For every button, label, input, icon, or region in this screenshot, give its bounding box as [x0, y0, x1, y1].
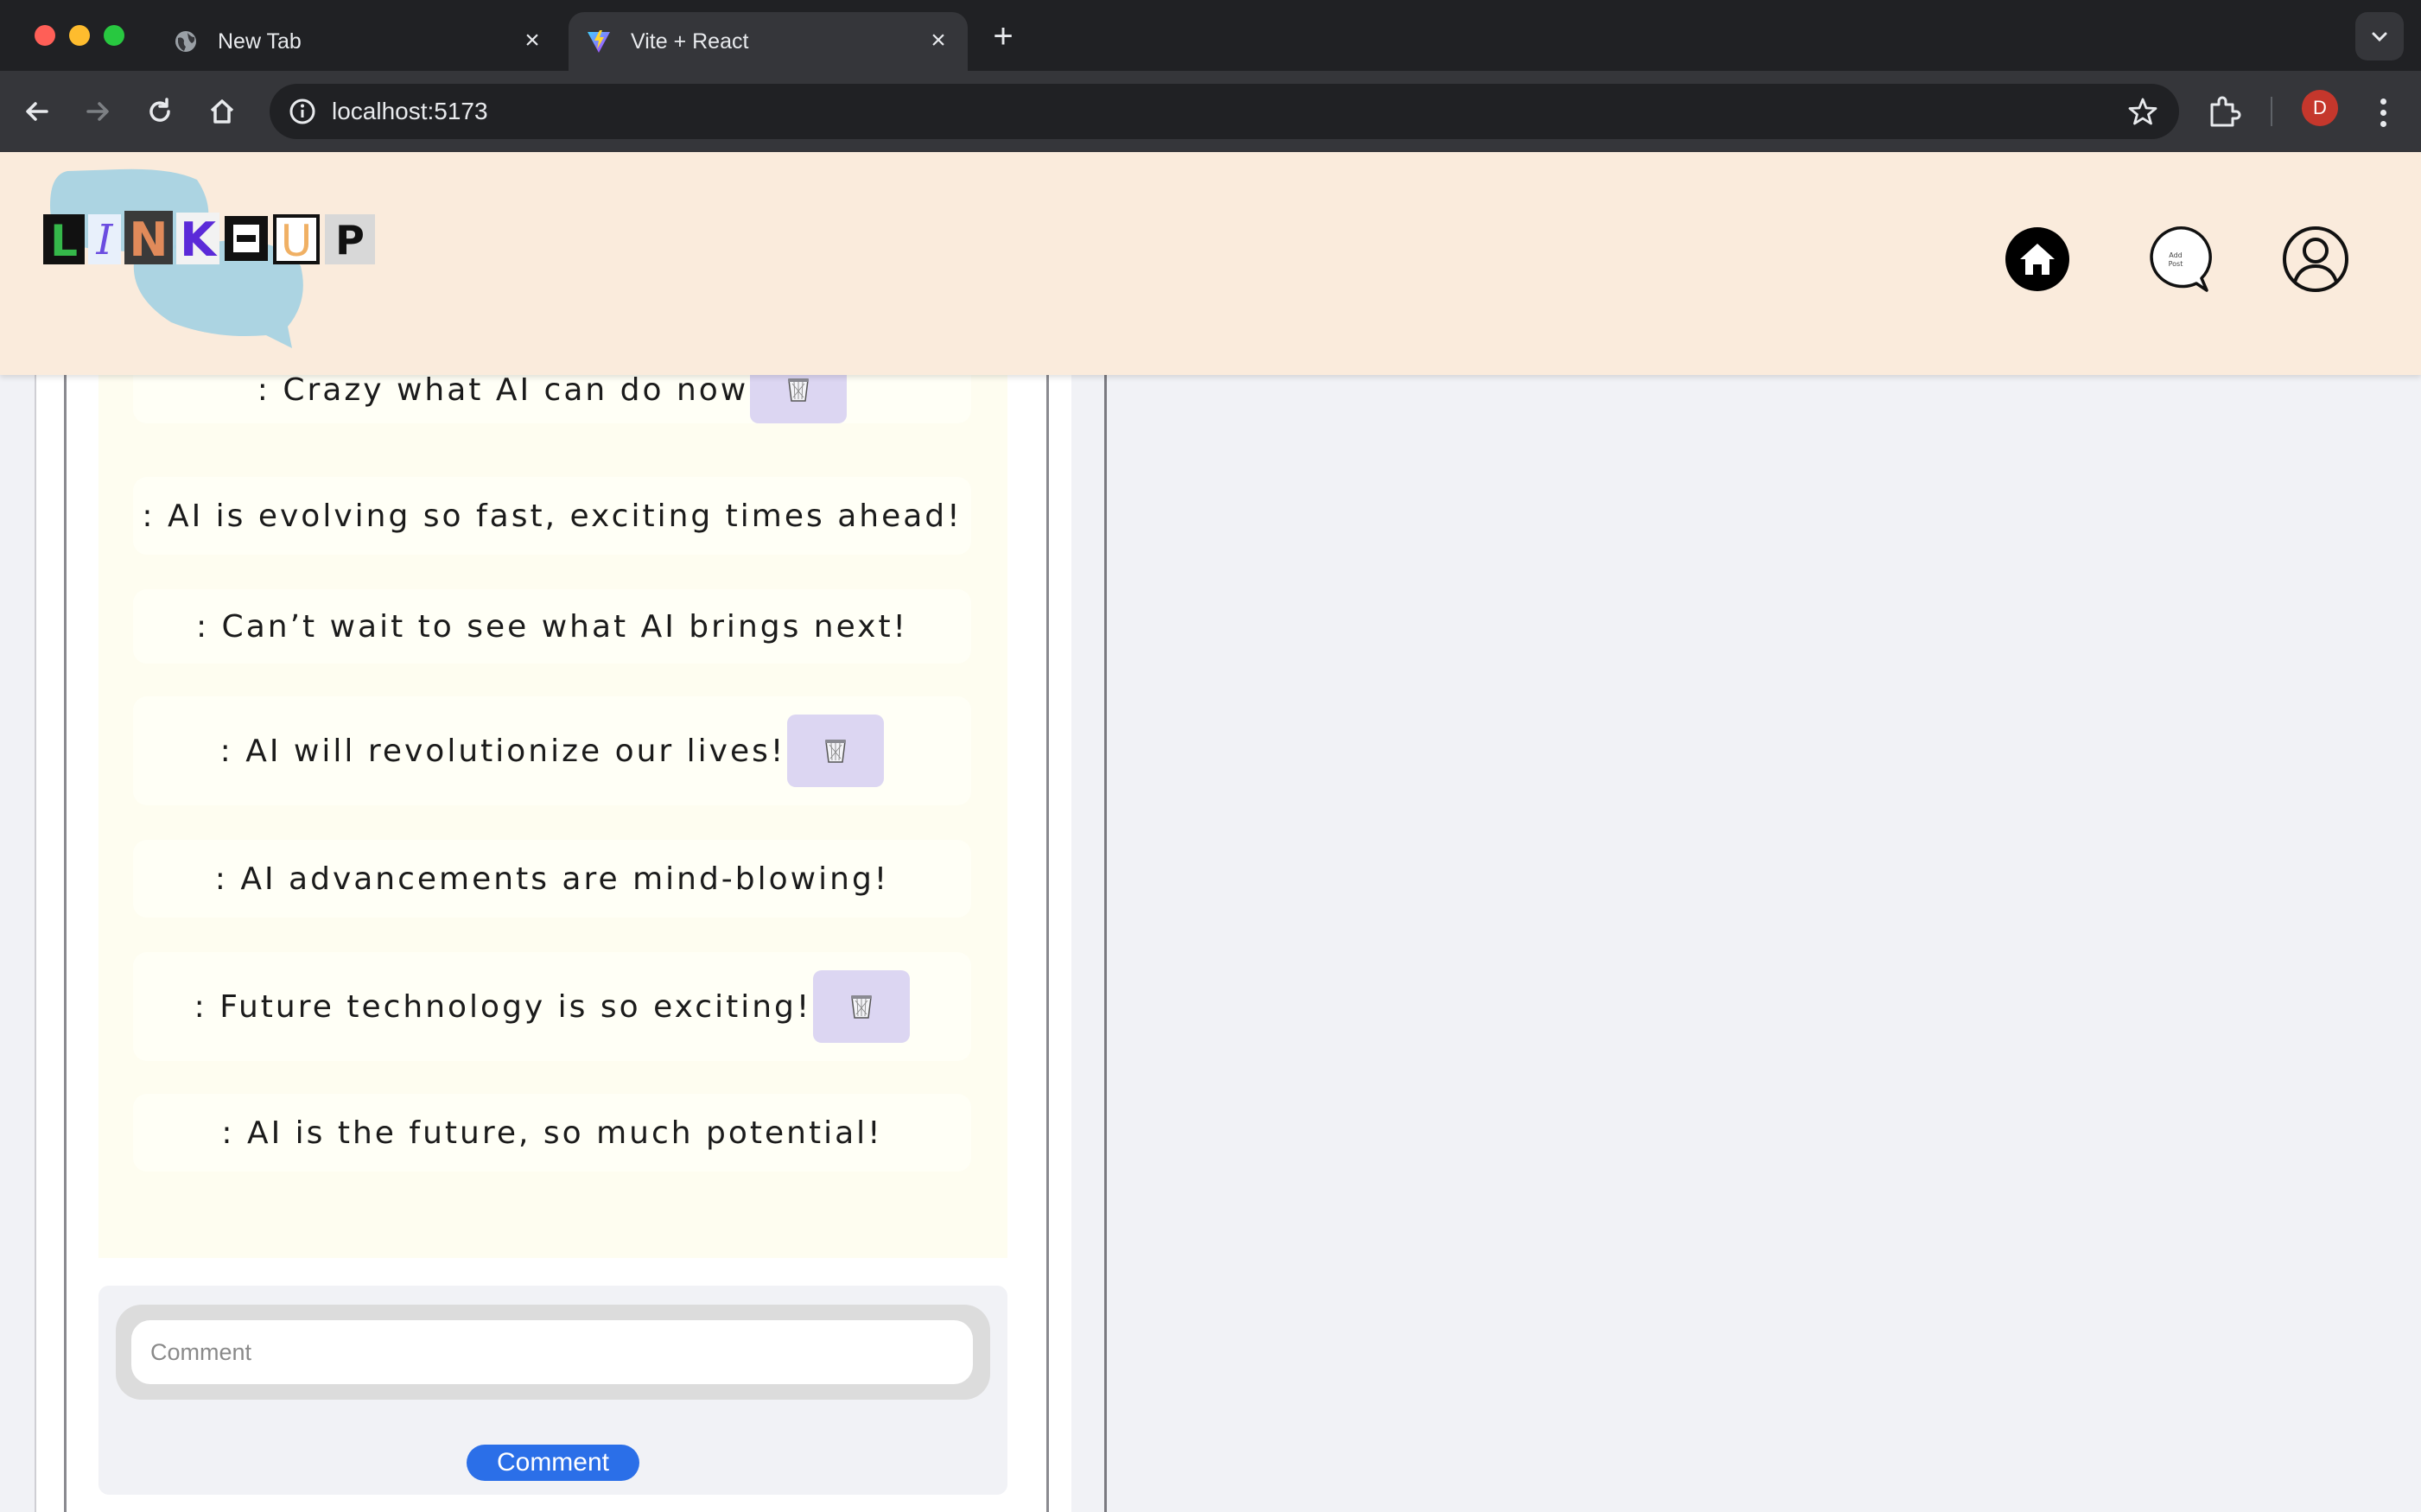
star-icon[interactable] — [2127, 96, 2158, 127]
new-tab-button[interactable]: + — [985, 19, 1021, 55]
trash-icon — [825, 740, 847, 763]
home-icon[interactable] — [2003, 225, 2072, 294]
browser-tab-bar: New Tab × Vite + React × + — [0, 0, 2421, 71]
reload-button[interactable] — [138, 90, 181, 133]
add-post-icon[interactable]: Add Post — [2143, 225, 2212, 294]
comment-item: : Can’t wait to see what AI brings next! — [133, 589, 971, 664]
svg-text:K: K — [180, 213, 218, 267]
comment-text: : AI will revolutionize our lives! — [219, 733, 786, 769]
extensions-icon[interactable] — [2203, 91, 2245, 132]
info-icon[interactable] — [287, 96, 318, 127]
comment-item: : AI is evolving so fast, exciting times… — [133, 477, 971, 555]
comment-input-wrapper — [116, 1305, 990, 1400]
close-tab-icon[interactable]: × — [923, 26, 954, 57]
globe-icon — [173, 29, 199, 54]
url-text[interactable]: localhost:5173 — [332, 98, 488, 125]
tab-new-tab[interactable]: New Tab × — [156, 12, 562, 71]
svg-text:I: I — [96, 216, 114, 264]
comment-text: : AI is the future, so much potential! — [221, 1115, 883, 1151]
back-button[interactable] — [16, 90, 59, 133]
comment-text: : Can’t wait to see what AI brings next! — [195, 608, 908, 645]
trash-icon — [851, 995, 873, 1019]
tab-vite-react[interactable]: Vite + React × — [569, 12, 968, 71]
tab-title: New Tab — [218, 29, 302, 54]
browser-toolbar: localhost:5173 — [0, 71, 2421, 152]
comment-item: : AI advancements are mind-blowing! — [133, 840, 971, 918]
comment-input[interactable] — [131, 1320, 973, 1384]
user-icon[interactable] — [2281, 225, 2350, 294]
home-button[interactable] — [200, 90, 244, 133]
comment-item: : AI is the future, so much potential! — [133, 1094, 971, 1172]
comment-submit-button[interactable]: Comment — [467, 1445, 639, 1481]
svg-text:P: P — [335, 217, 365, 264]
comment-item: : Future technology is so exciting! — [133, 952, 971, 1061]
reload-icon — [149, 98, 170, 122]
home-outline-icon — [210, 99, 234, 124]
app-page: : Crazy what AI can do now : AI is evolv… — [0, 152, 2421, 1512]
comment-text: : Crazy what AI can do now — [257, 372, 749, 408]
svg-text:Add: Add — [2169, 251, 2183, 259]
svg-text:L: L — [50, 216, 78, 266]
comment-form: Comment — [98, 1286, 1007, 1495]
minimize-window-button[interactable] — [69, 25, 90, 46]
arrow-left-icon — [26, 102, 48, 121]
comment-text: : AI is evolving so fast, exciting times… — [142, 498, 963, 534]
browser-menu-icon[interactable] — [2366, 92, 2400, 133]
linkup-logo[interactable]: L I N K U P — [41, 162, 404, 361]
chevron-down-icon — [2372, 32, 2387, 42]
delete-comment-button[interactable] — [813, 970, 911, 1043]
profile-avatar[interactable]: D — [2302, 90, 2338, 126]
comment-item: : AI will revolutionize our lives! — [133, 696, 971, 805]
comments-list: : Crazy what AI can do now : AI is evolv… — [98, 356, 1007, 1258]
maximize-window-button[interactable] — [104, 25, 124, 46]
delete-comment-button[interactable] — [787, 715, 885, 787]
svg-text:Post: Post — [2169, 260, 2183, 268]
tab-search-button[interactable] — [2355, 12, 2404, 60]
close-window-button[interactable] — [35, 25, 55, 46]
comment-text: : AI advancements are mind-blowing! — [214, 861, 890, 897]
address-bar[interactable]: localhost:5173 — [270, 84, 2179, 139]
vite-logo-icon — [586, 29, 612, 54]
svg-text:U: U — [281, 216, 313, 266]
tab-title: Vite + React — [631, 29, 749, 54]
arrow-right-icon — [86, 102, 109, 121]
svg-text:N: N — [129, 213, 168, 267]
forward-button[interactable] — [76, 90, 119, 133]
comment-text: : Future technology is so exciting! — [194, 988, 812, 1025]
app-header: L I N K U P Add Post — [0, 152, 2421, 375]
close-tab-icon[interactable]: × — [517, 26, 548, 57]
trash-icon — [788, 378, 810, 402]
toolbar-divider — [2271, 97, 2272, 126]
